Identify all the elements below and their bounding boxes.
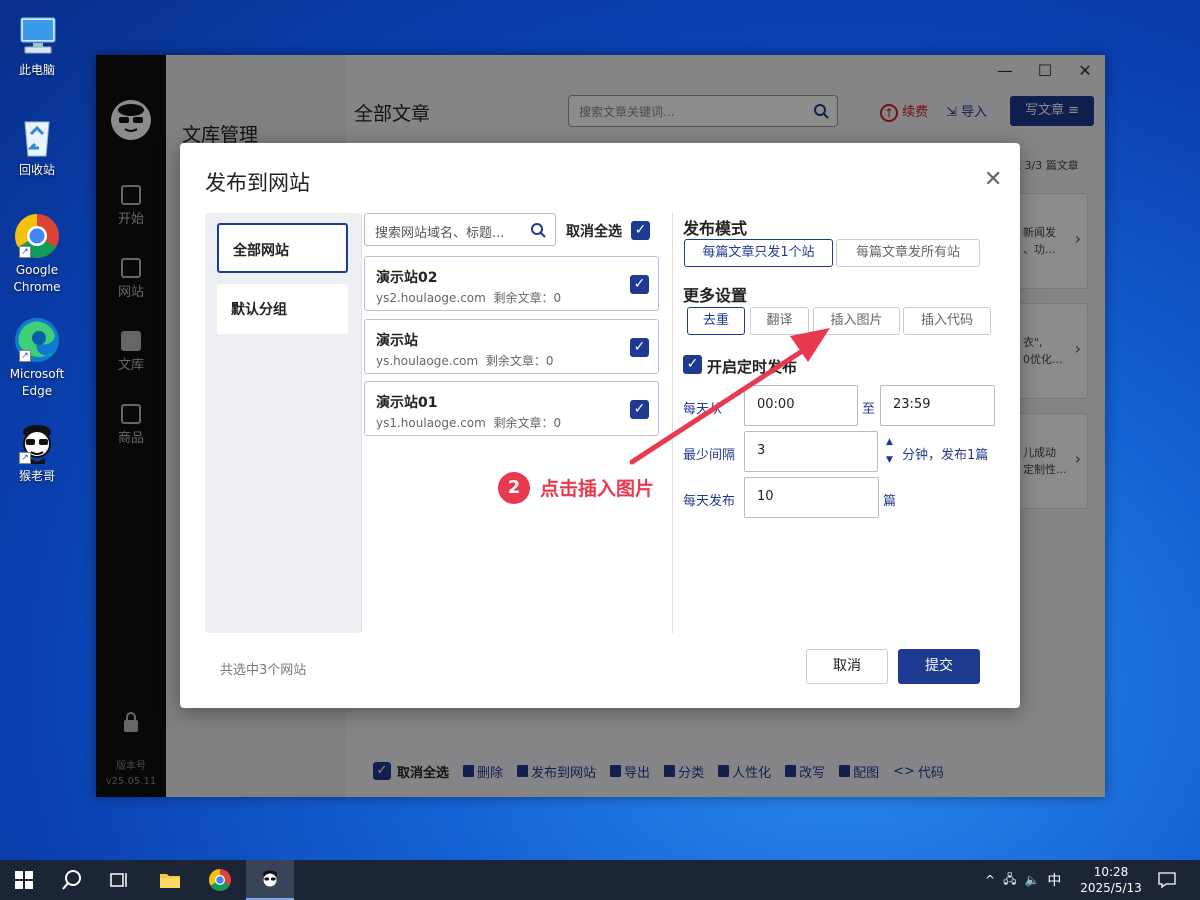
clock-time: 10:28 [1093, 865, 1129, 879]
task-view-icon [110, 873, 127, 887]
annotation-arrow [629, 328, 830, 465]
network-icon[interactable]: 🖧 [1003, 870, 1016, 891]
task-view-button[interactable] [96, 860, 144, 900]
chrome-icon [209, 869, 231, 891]
chevron-up-icon[interactable]: ^ [985, 873, 995, 887]
ime-indicator[interactable]: 中 [1047, 870, 1061, 890]
monkey-app-icon [263, 870, 277, 887]
taskbar: ^ 🖧 🔈 中 10:28 2025/5/13 [0, 860, 1200, 900]
system-tray: ^ 🖧 🔈 中 [985, 860, 1075, 900]
volume-icon[interactable]: 🔈 [1024, 873, 1039, 887]
notification-button[interactable] [1152, 860, 1182, 900]
step-number-badge: 2 [498, 472, 530, 504]
taskbar-explorer[interactable] [146, 860, 194, 900]
notification-icon [1158, 872, 1176, 888]
folder-icon [160, 874, 180, 888]
taskbar-monkey-app[interactable] [246, 860, 294, 900]
clock-date: 2025/5/13 [1080, 881, 1142, 895]
taskbar-chrome[interactable] [196, 860, 244, 900]
start-button[interactable] [0, 860, 48, 900]
windows-icon [15, 871, 33, 889]
clock[interactable]: 10:28 2025/5/13 [1080, 860, 1142, 900]
search-icon [62, 870, 81, 890]
annotation-text: 点击插入图片 [540, 478, 655, 500]
taskbar-search-button[interactable] [48, 860, 96, 900]
